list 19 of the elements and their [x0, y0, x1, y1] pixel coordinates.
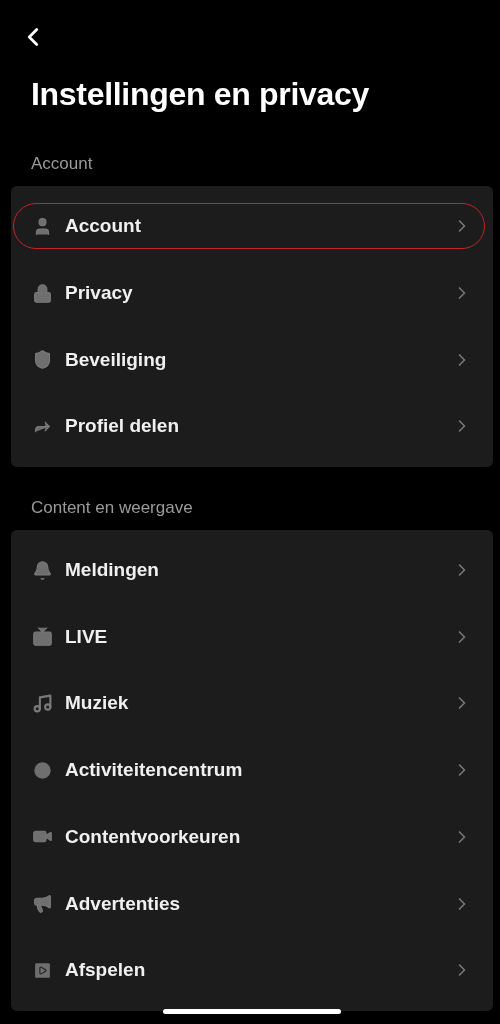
- settings-item[interactable]: Muziek: [13, 680, 485, 727]
- settings-item[interactable]: LIVE: [13, 613, 485, 660]
- tv-icon: [32, 626, 53, 648]
- section-label: Content en weergave: [31, 497, 194, 518]
- section-label: Account: [31, 154, 94, 174]
- settings-item[interactable]: Advertenties: [13, 880, 485, 927]
- megaphone-icon: [32, 893, 53, 915]
- settings-item[interactable]: Privacy: [13, 270, 485, 317]
- settings-item[interactable]: Beveiliging: [13, 336, 485, 383]
- bell-icon: [32, 559, 53, 581]
- shield-icon: [32, 349, 53, 371]
- settings-item[interactable]: Activiteitencentrum: [13, 747, 485, 794]
- lock-icon: [32, 282, 53, 304]
- settings-item[interactable]: Meldingen: [13, 547, 485, 594]
- settings-item[interactable]: Profiel delen: [13, 403, 485, 450]
- page-title: Instellingen en privacy: [31, 76, 371, 113]
- settings-item[interactable]: Afspelen: [13, 947, 485, 994]
- music-note-icon: [32, 692, 53, 714]
- settings-item[interactable]: Contentvoorkeuren: [13, 813, 485, 860]
